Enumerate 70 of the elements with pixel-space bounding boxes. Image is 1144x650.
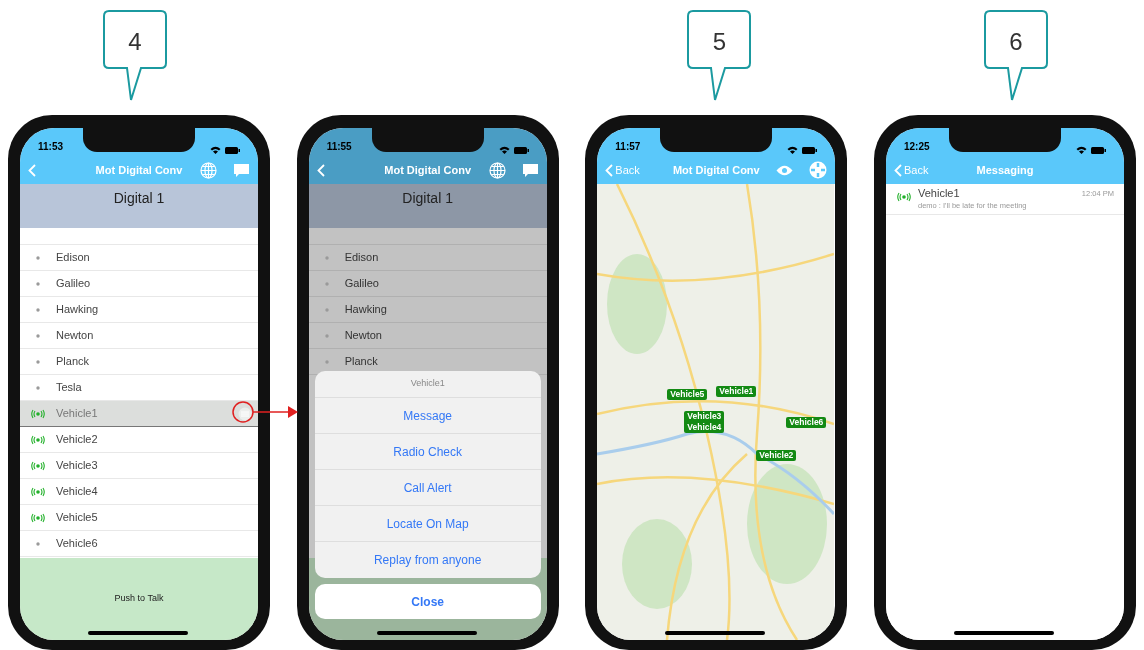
battery-icon [802, 146, 818, 154]
nav-title: Messaging [976, 162, 1034, 178]
contact-row[interactable]: Vehicle1 [20, 401, 258, 427]
push-to-talk-button[interactable]: Push to Talk [20, 558, 258, 640]
wifi-icon [210, 146, 221, 154]
chevron-left-icon [316, 163, 325, 177]
chevron-left-icon [605, 163, 614, 177]
globe-icon[interactable] [200, 161, 217, 179]
status-dot-icon [36, 385, 40, 390]
back-button[interactable] [28, 163, 36, 177]
chevron-left-icon [893, 163, 902, 177]
radio-signal-icon [30, 460, 46, 471]
vehicle-label: Vehicle3 [687, 411, 722, 422]
nav-title: Mot Digital Conv [672, 162, 760, 178]
status-dot-icon [324, 333, 329, 338]
contact-row[interactable]: Edison [308, 245, 547, 271]
close-button[interactable]: Close [314, 584, 541, 619]
eye-icon[interactable] [776, 164, 794, 176]
sheet-title: Vehicle1 [410, 377, 445, 391]
chat-icon[interactable] [233, 162, 250, 178]
status-dot-icon [36, 541, 40, 546]
drag-handle-icon[interactable] [238, 406, 252, 421]
wifi-icon [787, 146, 799, 154]
chat-icon[interactable] [521, 162, 539, 178]
vehicle-label: Vehicle4 [687, 422, 722, 433]
sheet-action[interactable]: Message [314, 398, 541, 434]
status-time: 11:55 [326, 140, 352, 154]
channel-title: Digital 1 [113, 189, 165, 208]
status-dot-icon [36, 307, 40, 312]
sheet-action[interactable]: Replay from anyone [314, 542, 541, 578]
nav-title: Mot Digital Conv [95, 162, 183, 178]
nav-title: Mot Digital Conv [384, 162, 472, 178]
chevron-left-icon [28, 163, 36, 177]
battery-icon [513, 146, 529, 154]
status-dot-icon [36, 281, 40, 286]
radio-signal-icon [30, 486, 46, 497]
radio-signal-icon [30, 408, 46, 419]
sheet-action[interactable]: Locate On Map [314, 506, 541, 542]
battery-icon [1090, 146, 1106, 154]
status-dot-icon [36, 359, 40, 364]
status-dot-icon [36, 255, 40, 260]
status-dot-icon [324, 307, 329, 312]
sheet-action[interactable]: Radio Check [314, 434, 541, 470]
step-number: 5 [711, 27, 727, 57]
status-dot-icon [324, 359, 329, 364]
target-icon[interactable] [809, 161, 828, 179]
sender-name: Vehicle1 [917, 187, 961, 200]
battery-icon [225, 146, 240, 154]
step-number: 6 [1008, 27, 1024, 57]
radio-signal-icon [895, 192, 912, 202]
radio-signal-icon [30, 434, 46, 445]
contact-row[interactable]: Newton [308, 323, 547, 349]
contact-row[interactable]: Galileo [308, 271, 547, 297]
sheet-action[interactable]: Call Alert [314, 470, 541, 506]
wifi-icon [1075, 146, 1087, 154]
contact-row[interactable]: Hawking [308, 297, 547, 323]
channel-title: Digital 1 [402, 189, 453, 208]
status-dot-icon [324, 281, 329, 286]
vehicle-marker[interactable]: Vehicle3 Vehicle4 [684, 411, 725, 433]
back-button[interactable] [316, 163, 325, 177]
wifi-icon [498, 146, 510, 154]
status-dot-icon [324, 255, 329, 260]
globe-icon[interactable] [488, 161, 506, 179]
status-dot-icon [36, 333, 40, 338]
step-number: 4 [127, 27, 143, 57]
radio-signal-icon [30, 512, 46, 523]
status-time: 11:57 [615, 140, 641, 154]
status-time: 12:25 [903, 140, 930, 154]
status-time: 11:53 [38, 140, 64, 154]
pointer-arrow [232, 401, 298, 423]
